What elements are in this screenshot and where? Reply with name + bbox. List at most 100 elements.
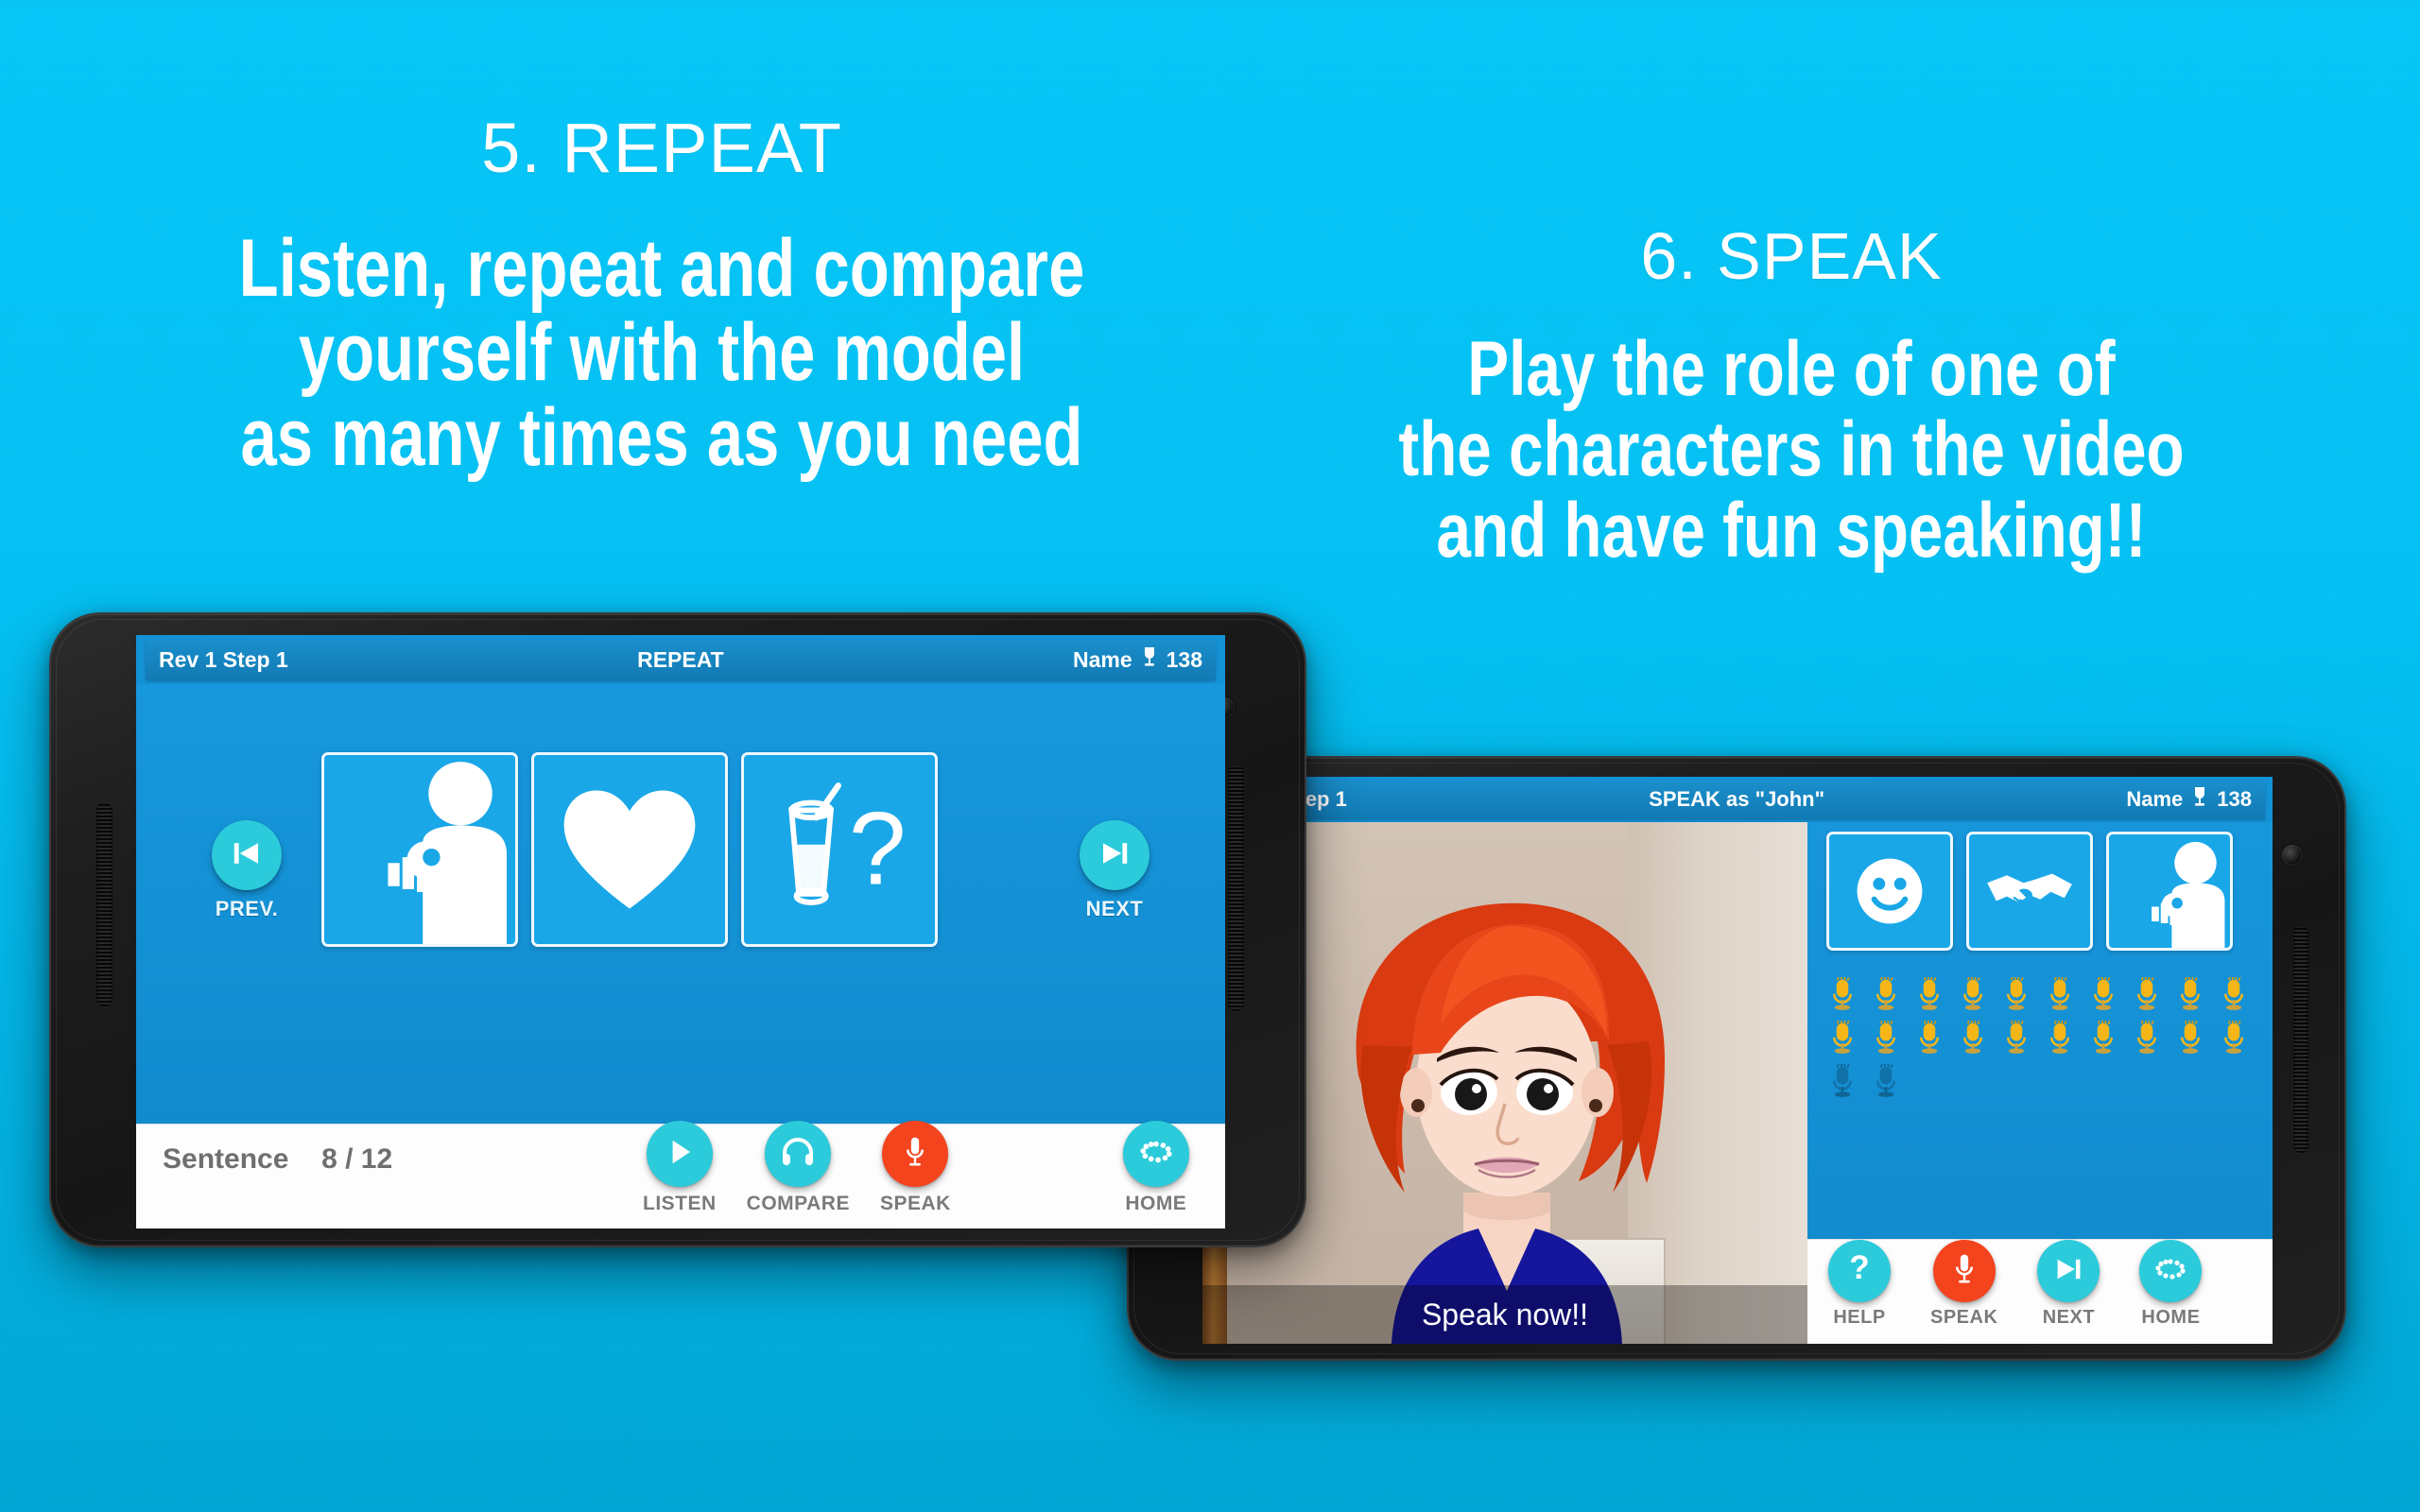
trophy-filled [2212, 973, 2256, 1017]
trophy-empty [1821, 1060, 1864, 1104]
promo-body-left: Listen, repeat and compare yourself with… [132, 223, 1191, 483]
promo-block-left: 5. REPEAT Listen, repeat and compare you… [0, 113, 1323, 480]
listen-button[interactable]: LISTEN [643, 1121, 717, 1215]
trophy-filled [2169, 973, 2212, 1017]
appbar-left: Rev 1 Step 1 REPEAT Name 138 [146, 640, 1216, 679]
person-knocking-icon [324, 755, 515, 944]
step-title-speak: 6. SPEAK [1640, 219, 1943, 293]
promo-body-left-line-3: as many times as you need [240, 391, 1083, 483]
promo-body-right-line-2: the characters in the video [1398, 406, 2185, 493]
trophy-row [1821, 973, 2256, 1017]
question-mark-icon: ? [1844, 1249, 1875, 1293]
trophy-icon [2190, 786, 2209, 813]
trophy-empty [1864, 1060, 1908, 1104]
trophy-filled [1995, 973, 2038, 1017]
next-button-left-label: NEXT [1085, 897, 1144, 920]
card-heart[interactable] [531, 752, 728, 947]
home-button-right[interactable]: HOME [2139, 1240, 2203, 1329]
listen-button-label: LISTEN [643, 1193, 717, 1214]
trophy-count-left: 138 [1166, 646, 1202, 672]
svg-text:?: ? [1849, 1250, 1869, 1286]
action-row-right: ? HELP SPEAK NEXT HOME [1828, 1240, 2203, 1329]
promo-stage: 5. REPEAT Listen, repeat and compare you… [0, 0, 2420, 1512]
card-smiley[interactable] [1826, 832, 1953, 951]
promo-body-right-line-3: and have fun speaking!! [1436, 487, 2147, 574]
sentence-counter: Sentence 8 / 12 [163, 1143, 392, 1176]
microphone-icon [901, 1134, 929, 1175]
promo-body-left-line-2: yourself with the model [298, 307, 1026, 399]
step-title-repeat: 5. REPEAT [481, 109, 842, 187]
sentence-value: 8 / 12 [321, 1143, 393, 1175]
skip-next-icon [2052, 1256, 2084, 1287]
trophy-filled [2038, 973, 2082, 1017]
video-caption: Speak now!! [1202, 1285, 1807, 1344]
trophy-filled [2212, 1017, 2256, 1060]
phone-device-speak: Rev 1 Step 1 SPEAK as "John" Name 138 [1127, 756, 2346, 1361]
skip-previous-icon [230, 839, 264, 872]
trophy-count-right: 138 [2217, 787, 2252, 811]
card-row-right [1826, 832, 2233, 951]
score-group-right: Name 138 [2126, 786, 2252, 813]
trophy-filled [1864, 1017, 1908, 1060]
trophy-grid [1821, 973, 2256, 1104]
next-button-left[interactable]: NEXT [1063, 820, 1167, 921]
user-name-left: Name [1072, 646, 1132, 672]
headphones-icon [781, 1137, 815, 1171]
speak-button-left[interactable]: SPEAK [880, 1121, 951, 1215]
trophy-filled [2169, 1017, 2212, 1060]
card-handshake[interactable] [1966, 832, 2093, 951]
help-button[interactable]: ? HELP [1828, 1240, 1891, 1329]
promo-body-left-line-1: Listen, repeat and compare [238, 223, 1085, 314]
score-group-left: Name 138 [1073, 646, 1202, 673]
trophy-row [1821, 1060, 2256, 1104]
trophy-filled [1864, 973, 1908, 1017]
trophy-filled [1821, 973, 1864, 1017]
mode-label-left: REPEAT [637, 646, 724, 672]
card-row-left: ? [321, 752, 938, 947]
svg-text:?: ? [849, 791, 907, 906]
promo-block-right: 6. SPEAK Play the role of one of the cha… [1163, 223, 2420, 571]
card-person-knocking-right[interactable] [2106, 832, 2233, 951]
next-button-right-label: NEXT [2042, 1307, 2096, 1328]
next-button-right[interactable]: NEXT [2037, 1240, 2100, 1329]
handshake-icon [1984, 862, 2075, 920]
compare-button-label: COMPARE [746, 1193, 850, 1214]
trophy-filled [1951, 1017, 1995, 1060]
promo-body-right: Play the role of one of the characters i… [1288, 329, 2294, 571]
trophy-filled [1908, 973, 1951, 1017]
card-person-knocking-left[interactable] [321, 752, 518, 947]
prev-button[interactable]: PREV. [195, 820, 299, 921]
card-drink-question[interactable]: ? [741, 752, 938, 947]
help-button-label: HELP [1833, 1307, 1886, 1328]
skip-next-icon [1098, 839, 1132, 872]
speaker-grille-right [2293, 926, 2308, 1153]
trophy-filled [2082, 973, 2125, 1017]
lesson-label-left: Rev 1 Step 1 [159, 646, 288, 672]
speaker-grille-right-left-phone [1228, 765, 1244, 1011]
mode-label-right: SPEAK as "John" [1649, 787, 1825, 811]
appbar-right: Rev 1 Step 1 SPEAK as "John" Name 138 [1210, 781, 2265, 818]
trophy-row [1821, 1017, 2256, 1060]
action-row-left: LISTEN COMPARE SPEAK HOME [643, 1121, 1189, 1215]
smiley-icon [1849, 850, 1930, 932]
home-button-left[interactable]: HOME [1122, 1121, 1189, 1215]
trophy-filled [1821, 1017, 1864, 1060]
speak-button-right[interactable]: SPEAK [1930, 1240, 1997, 1329]
sentence-label: Sentence [163, 1143, 289, 1175]
trophy-filled [2082, 1017, 2125, 1060]
promo-body-right-line-1: Play the role of one of [1467, 326, 2116, 412]
home-button-left-label: HOME [1125, 1193, 1187, 1214]
trophy-filled [2125, 973, 2169, 1017]
speaker-grille-left-left-phone [96, 803, 112, 1006]
compare-button[interactable]: COMPARE [747, 1121, 850, 1215]
prev-button-label: PREV. [215, 897, 279, 920]
trophy-filled [1908, 1017, 1951, 1060]
person-knocking-icon [2109, 834, 2230, 948]
trophy-icon [1140, 646, 1159, 673]
speak-button-right-label: SPEAK [1930, 1307, 1998, 1328]
appbar-wrapper-left: Rev 1 Step 1 REPEAT Name 138 [136, 635, 1225, 684]
drink-question-icon: ? [759, 776, 920, 923]
trophy-filled [1995, 1017, 2038, 1060]
trophy-filled [1951, 973, 1995, 1017]
play-icon [666, 1137, 694, 1172]
